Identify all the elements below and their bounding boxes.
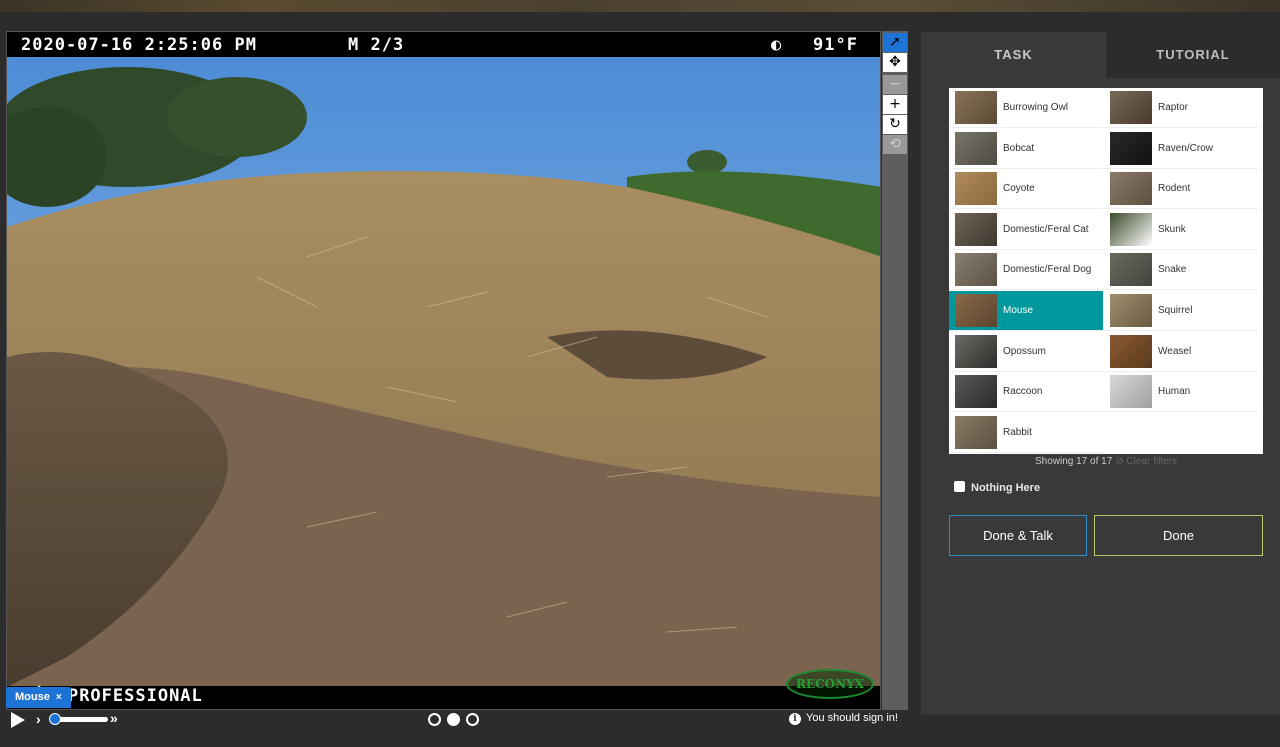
info-icon: i (789, 713, 801, 725)
tab-tutorial[interactable]: TUTORIAL (1106, 32, 1280, 78)
species-thumbnail (955, 91, 997, 124)
species-choice[interactable]: Raccoon (949, 372, 1103, 413)
pointer-tool-icon[interactable]: ➚ (883, 33, 907, 52)
species-thumbnail (955, 131, 997, 165)
species-label: Domestic/Feral Dog (1003, 264, 1092, 276)
image-toolbar: ➚ ✥ − + ↻ ⟲ (882, 31, 908, 710)
done-button[interactable]: Done (1094, 515, 1263, 556)
move-tool-icon[interactable]: ✥ (883, 53, 907, 72)
top-spacer (0, 12, 1280, 32)
species-choice[interactable]: Snake (1104, 250, 1258, 291)
frame-dot-3[interactable] (466, 713, 479, 726)
mark-tag[interactable]: Mouse × (6, 687, 71, 708)
signin-text: You should sign in! (806, 712, 898, 724)
species-choice[interactable]: Skunk (1104, 210, 1258, 250)
species-thumbnail (955, 415, 997, 449)
camera-trap-photo[interactable] (7, 57, 880, 687)
frame-info: M 2/3 (348, 35, 405, 55)
species-thumbnail (1110, 375, 1152, 409)
temperature: 91°F (813, 35, 858, 55)
species-label: Coyote (1003, 183, 1035, 195)
species-label: Squirrel (1158, 305, 1193, 316)
species-thumbnail (955, 294, 997, 327)
species-choice[interactable]: Mouse (949, 291, 1103, 331)
species-label: Bobcat (1003, 142, 1035, 154)
species-label: Raptor (1158, 102, 1189, 113)
checkbox-icon[interactable] (954, 481, 965, 492)
slower-icon[interactable]: › (36, 711, 41, 727)
clear-filters-button[interactable]: ⊘ Clear filters (1115, 456, 1177, 467)
species-label: Raven/Crow (1158, 142, 1214, 154)
species-thumbnail (1110, 172, 1152, 206)
species-thumbnail (1110, 131, 1152, 165)
species-label: Domestic/Feral Cat (1003, 223, 1089, 235)
moon-phase-icon: ◐ (771, 35, 783, 55)
faster-icon[interactable]: » (110, 710, 118, 726)
species-thumbnail (1110, 91, 1152, 124)
species-choice[interactable]: Rodent (1104, 169, 1258, 210)
mark-label: Mouse (15, 691, 50, 703)
frame-dot-1[interactable] (428, 713, 441, 726)
tab-task[interactable]: TASK (921, 32, 1106, 78)
species-choice[interactable]: Rabbit (949, 413, 1103, 453)
species-thumbnail (955, 212, 997, 246)
species-choice[interactable]: Bobcat (949, 129, 1103, 169)
species-label: Weasel (1158, 345, 1192, 357)
species-thumbnail (1110, 212, 1152, 246)
species-choice[interactable]: Coyote (949, 169, 1103, 210)
species-thumbnail (955, 253, 997, 287)
species-choice[interactable]: Domestic/Feral Dog (949, 250, 1103, 291)
zoom-out-icon[interactable]: − (883, 75, 907, 94)
camera-footer-bar: ᖷᓰᗝ PROFESSIONAL (7, 686, 880, 709)
species-choice[interactable]: Weasel (1104, 332, 1258, 372)
species-label: Human (1158, 386, 1191, 398)
species-label: Rodent (1158, 183, 1191, 195)
top-banner-strip (0, 0, 1280, 12)
species-choice[interactable]: Burrowing Owl (949, 88, 1103, 128)
species-choice[interactable]: Human (1104, 372, 1258, 413)
camera-info-bar: 2020-07-16 2:25:06 PM M 2/3 ◐ 91°F (7, 32, 880, 57)
species-label: Burrowing Owl (1003, 102, 1069, 113)
species-choice[interactable]: Domestic/Feral Cat (949, 210, 1103, 250)
species-thumbnail (1110, 334, 1152, 368)
rotate-icon[interactable]: ↻ (883, 115, 907, 134)
remove-mark-icon[interactable]: × (56, 692, 62, 703)
play-button[interactable] (11, 712, 25, 728)
showing-count: Showing 17 of 17 (1034, 456, 1113, 467)
frame-selector (428, 713, 485, 731)
classify-app: 2020-07-16 2:25:06 PM M 2/3 ◐ 91°F ᖷᓰᗝ P… (0, 0, 1280, 747)
species-choice-grid: Burrowing Owl Bobcat Coyote Domestic/Feral … (949, 88, 1263, 454)
zoom-in-icon[interactable]: + (883, 95, 907, 114)
species-choice[interactable]: Squirrel (1104, 291, 1258, 331)
species-thumbnail (1110, 294, 1152, 327)
species-thumbnail (955, 334, 997, 368)
species-choice[interactable]: Raven/Crow (1104, 129, 1258, 169)
species-label: Raccoon (1003, 386, 1043, 398)
signin-notice[interactable]: i You should sign in! (789, 712, 898, 725)
frame-dot-2[interactable] (447, 713, 460, 726)
task-panel: TASK TUTORIAL Burrowing Owl Bobcat Coyote D… (921, 32, 1280, 715)
nothing-here-checkbox[interactable]: Nothing Here (954, 481, 1040, 494)
species-thumbnail (1110, 253, 1152, 287)
speed-slider-handle[interactable] (49, 713, 61, 725)
nothing-here-label: Nothing Here (971, 482, 1041, 494)
species-thumbnail (955, 375, 997, 409)
species-label: Mouse (1003, 305, 1034, 316)
reconyx-logo: RECONYX (786, 669, 874, 699)
species-label: Rabbit (1003, 426, 1032, 438)
species-label: Skunk (1158, 223, 1186, 235)
species-label: Snake (1158, 264, 1187, 276)
species-choice[interactable]: Opossum (949, 332, 1103, 372)
subject-viewer[interactable]: 2020-07-16 2:25:06 PM M 2/3 ◐ 91°F ᖷᓰᗝ P… (6, 31, 881, 710)
species-thumbnail (955, 172, 997, 206)
species-label: Opossum (1003, 345, 1046, 357)
done-and-talk-button[interactable]: Done & Talk (949, 515, 1087, 556)
filter-status: Showing 17 of 17 ⊘ Clear filters (949, 456, 1263, 467)
species-choice[interactable]: Raptor (1104, 88, 1258, 128)
timestamp: 2020-07-16 2:25:06 PM (21, 35, 257, 55)
reset-icon[interactable]: ⟲ (883, 135, 907, 154)
